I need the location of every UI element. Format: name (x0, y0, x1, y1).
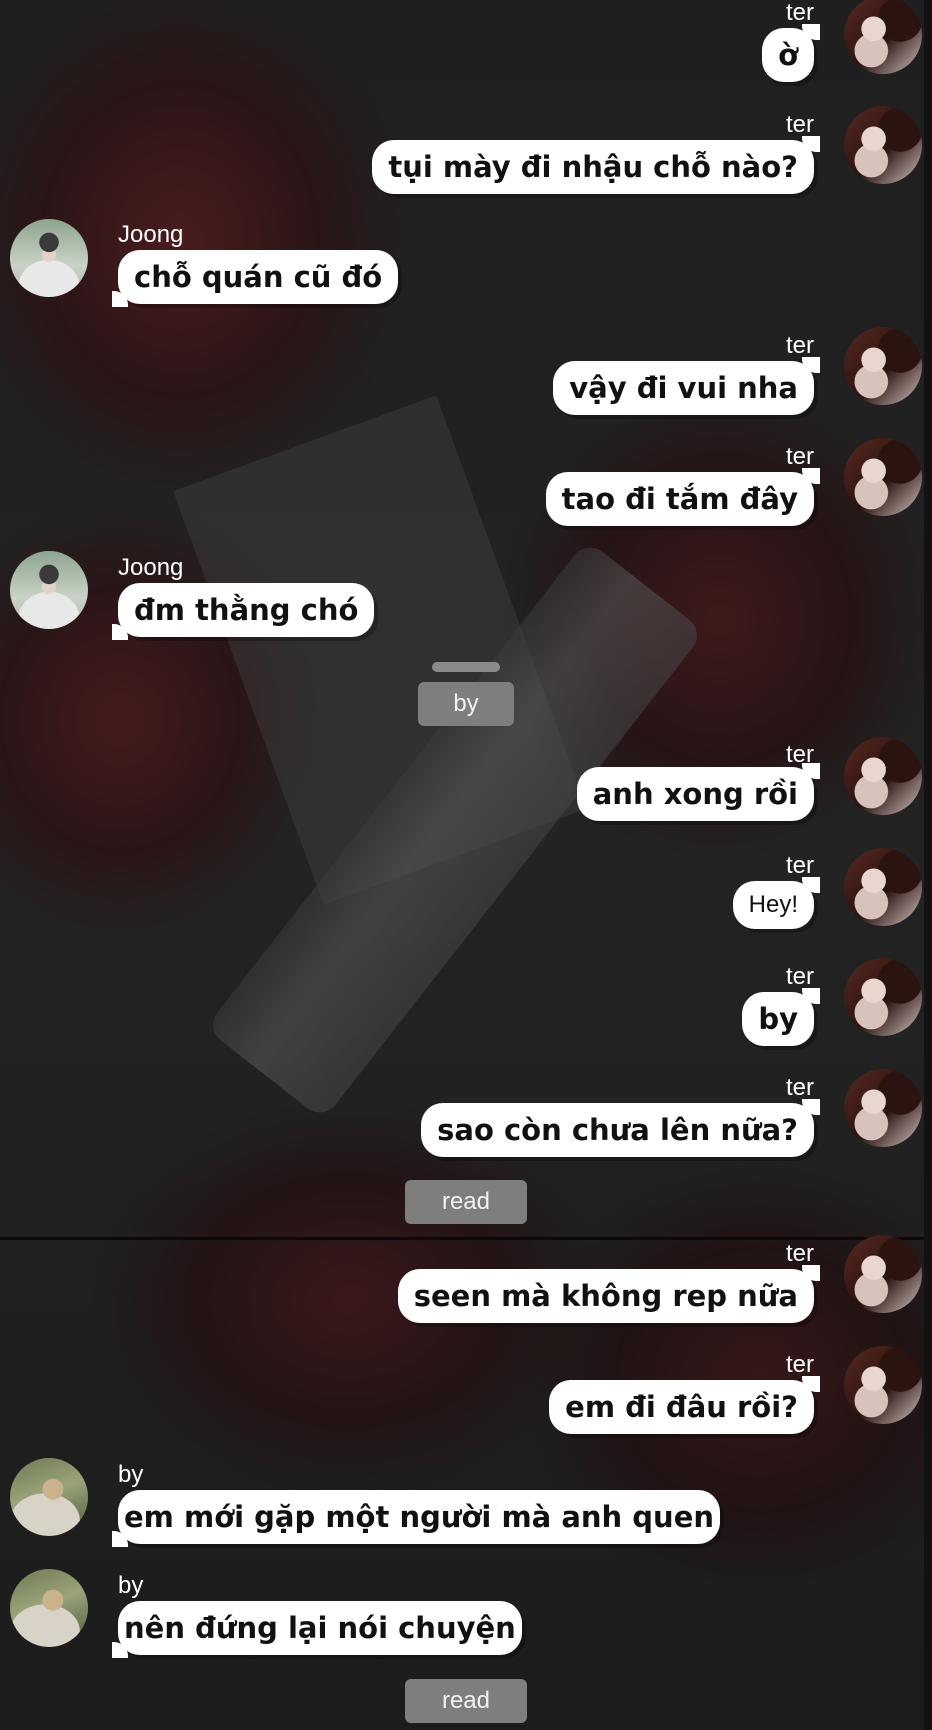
system-label-by: by (418, 682, 514, 726)
avatar[interactable] (844, 958, 922, 1036)
message-bubble[interactable]: ờ (762, 24, 820, 82)
sender-name: ter (785, 0, 814, 26)
read-receipt: read (405, 1180, 527, 1224)
avatar[interactable] (844, 737, 922, 815)
message-bubble[interactable]: sao còn chưa lên nữa? (421, 1099, 820, 1157)
message-bubble[interactable]: tao đi tắm đây (545, 468, 821, 526)
avatar[interactable] (844, 106, 922, 184)
message-bubble[interactable]: em mới gặp một người mà anh quen (111, 1490, 721, 1547)
sender-name: ter (785, 111, 814, 138)
sender-name: ter (785, 443, 814, 470)
message-bubble[interactable]: em đi đâu rồi? (549, 1376, 820, 1434)
sender-name: Joong (118, 554, 184, 581)
message-bubble[interactable]: đm thằng chó (111, 583, 375, 640)
sender-name: ter (785, 963, 814, 990)
avatar[interactable] (844, 1235, 922, 1313)
avatar[interactable] (844, 327, 922, 405)
sender-name: ter (785, 1240, 814, 1267)
message-bubble[interactable]: Hey! (732, 877, 821, 929)
sender-name: Joong (118, 221, 184, 248)
message-bubble[interactable]: anh xong rồi (576, 763, 821, 821)
message-bubble[interactable]: vậy đi vui nha (553, 357, 820, 415)
avatar[interactable] (10, 1569, 88, 1647)
message-bubble[interactable]: nên đứng lại nói chuyện (112, 1601, 522, 1658)
avatar[interactable] (844, 1346, 922, 1424)
avatar[interactable] (844, 848, 922, 926)
avatar[interactable] (10, 1458, 88, 1536)
avatar[interactable] (844, 438, 922, 516)
drag-handle[interactable] (432, 662, 500, 672)
read-receipt: read (405, 1679, 527, 1723)
sender-name: ter (785, 1074, 814, 1101)
sender-name: by (118, 1461, 144, 1488)
message-bubble[interactable]: chỗ quán cũ đó (111, 250, 399, 307)
sender-name: ter (785, 852, 814, 879)
message-bubble[interactable]: by (742, 988, 820, 1046)
sender-name: by (118, 1572, 144, 1599)
avatar[interactable] (844, 1069, 922, 1147)
avatar[interactable] (10, 551, 88, 629)
avatar[interactable] (10, 219, 88, 297)
message-bubble[interactable]: seen mà không rep nữa (397, 1265, 821, 1323)
sender-name: ter (785, 332, 814, 359)
scrollbar-track[interactable] (924, 0, 932, 1730)
message-bubble[interactable]: tụi mày đi nhậu chỗ nào? (372, 136, 820, 194)
sender-name: ter (785, 1351, 814, 1378)
